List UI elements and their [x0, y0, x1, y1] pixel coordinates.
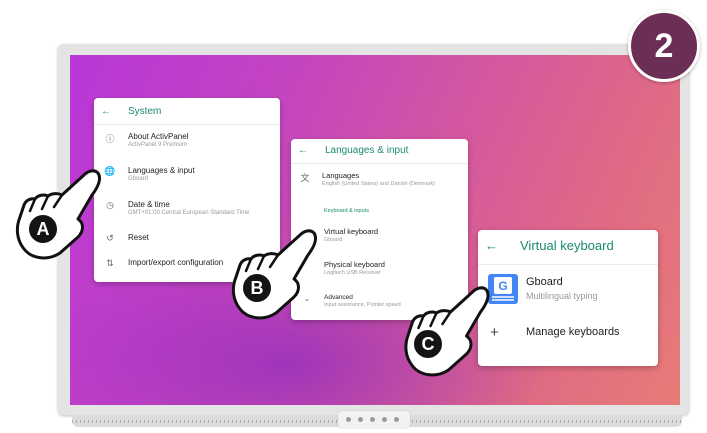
date-time-sub: GMT+01:00 Central European Standard Time: [128, 210, 250, 216]
languages-input-label: Languages & input: [128, 166, 195, 175]
sidebar-item-reset[interactable]: ↺ Reset: [101, 233, 149, 244]
gboard-label: Gboard: [526, 276, 563, 288]
virtual-keyboard-label: Virtual keyboard: [324, 227, 379, 236]
front-control-strip: [338, 411, 410, 428]
about-label: About ActivPanel: [128, 132, 189, 141]
import-export-label: Import/export configuration: [128, 258, 224, 267]
callout-a: A: [27, 213, 59, 245]
languages-sub: English (United States) and Danish (Denm…: [322, 181, 436, 187]
sidebar-item-languages[interactable]: 🌐 Languages & input Gboard: [101, 166, 195, 182]
physical-keyboard-sub: Logitech USB Receiver: [324, 270, 381, 276]
back-arrow-icon[interactable]: ←: [485, 238, 498, 253]
virtual-keyboard-panel: ← Virtual keyboard G Gboard Multilingual…: [478, 230, 658, 366]
advanced-sub: Input assistance, Pointer speed: [324, 302, 401, 308]
manage-keyboards-label: Manage keyboards: [526, 326, 620, 338]
virtual-keyboard-sub: Gboard: [324, 237, 343, 243]
step-badge: 2: [628, 10, 700, 82]
virtual-keyboard-title: Virtual keyboard: [520, 238, 614, 253]
advanced-label: Advanced: [324, 294, 353, 301]
gboard-sub: Multilingual typing: [526, 291, 598, 301]
reset-label: Reset: [128, 233, 149, 242]
date-time-label: Date & time: [128, 200, 170, 209]
virtual-keyboard-item[interactable]: Virtual keyboard Gboard: [324, 227, 378, 243]
languages-input-sub: Gboard: [128, 176, 149, 182]
translate-icon: 文: [300, 173, 310, 183]
physical-keyboard-label: Physical keyboard: [324, 260, 385, 269]
languages-item[interactable]: 文 Languages English (United States) and …: [296, 171, 435, 187]
sidebar-item-date-time[interactable]: ◷ Date & time GMT+01:00 Central European…: [101, 200, 249, 216]
manage-keyboards-item[interactable]: + Manage keyboards: [490, 324, 620, 341]
svg-text:G: G: [498, 279, 507, 293]
info-icon: ⓘ: [105, 134, 115, 144]
back-arrow-icon[interactable]: ←: [101, 106, 111, 117]
languages-panel-title: Languages & input: [325, 145, 409, 156]
pointing-hand-icon: [404, 286, 490, 377]
callout-b: B: [241, 272, 273, 304]
sidebar-item-about[interactable]: ⓘ About ActivPanel ActivPanel 9 Premium: [101, 132, 188, 148]
gboard-item[interactable]: G Gboard Multilingual typing: [488, 274, 598, 304]
sidebar-item-import-export[interactable]: ⇅ Import/export configuration: [101, 258, 223, 269]
keyboard-inputs-section: Keyboard & inputs: [324, 208, 369, 214]
about-sub: ActivPanel 9 Premium: [128, 142, 188, 148]
pointing-hand-icon: [231, 229, 318, 320]
system-title: System: [128, 106, 162, 117]
pointing-hand-icon: [15, 169, 102, 260]
back-arrow-icon[interactable]: ←: [298, 145, 308, 156]
callout-c: C: [412, 328, 444, 360]
physical-keyboard-item[interactable]: Physical keyboard Logitech USB Receiver: [324, 260, 385, 276]
languages-label: Languages: [322, 171, 360, 180]
